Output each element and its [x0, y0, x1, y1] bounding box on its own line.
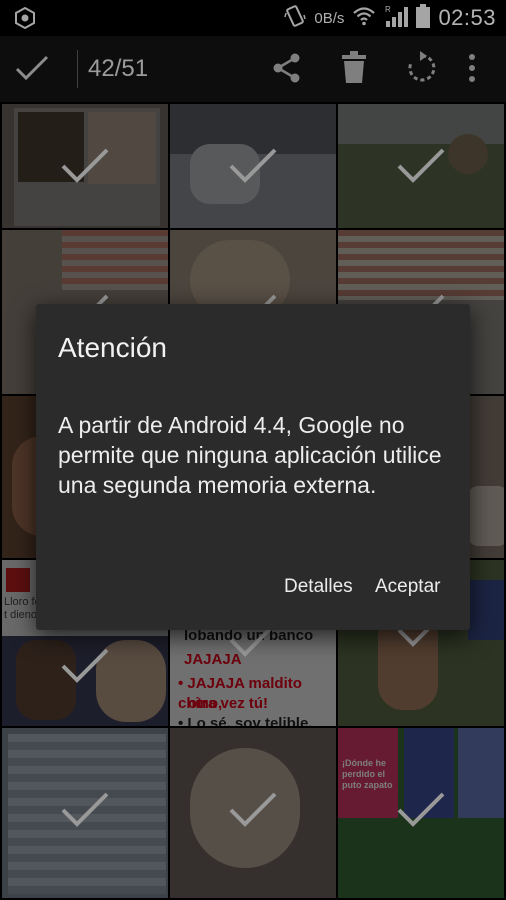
- alert-dialog: Atención A partir de Android 4.4, Google…: [36, 304, 470, 630]
- accept-button[interactable]: Aceptar: [375, 576, 440, 598]
- dialog-title: Atención: [58, 332, 167, 363]
- dialog-message: A partir de Android 4.4, Google no permi…: [58, 412, 442, 498]
- details-button[interactable]: Detalles: [284, 576, 353, 598]
